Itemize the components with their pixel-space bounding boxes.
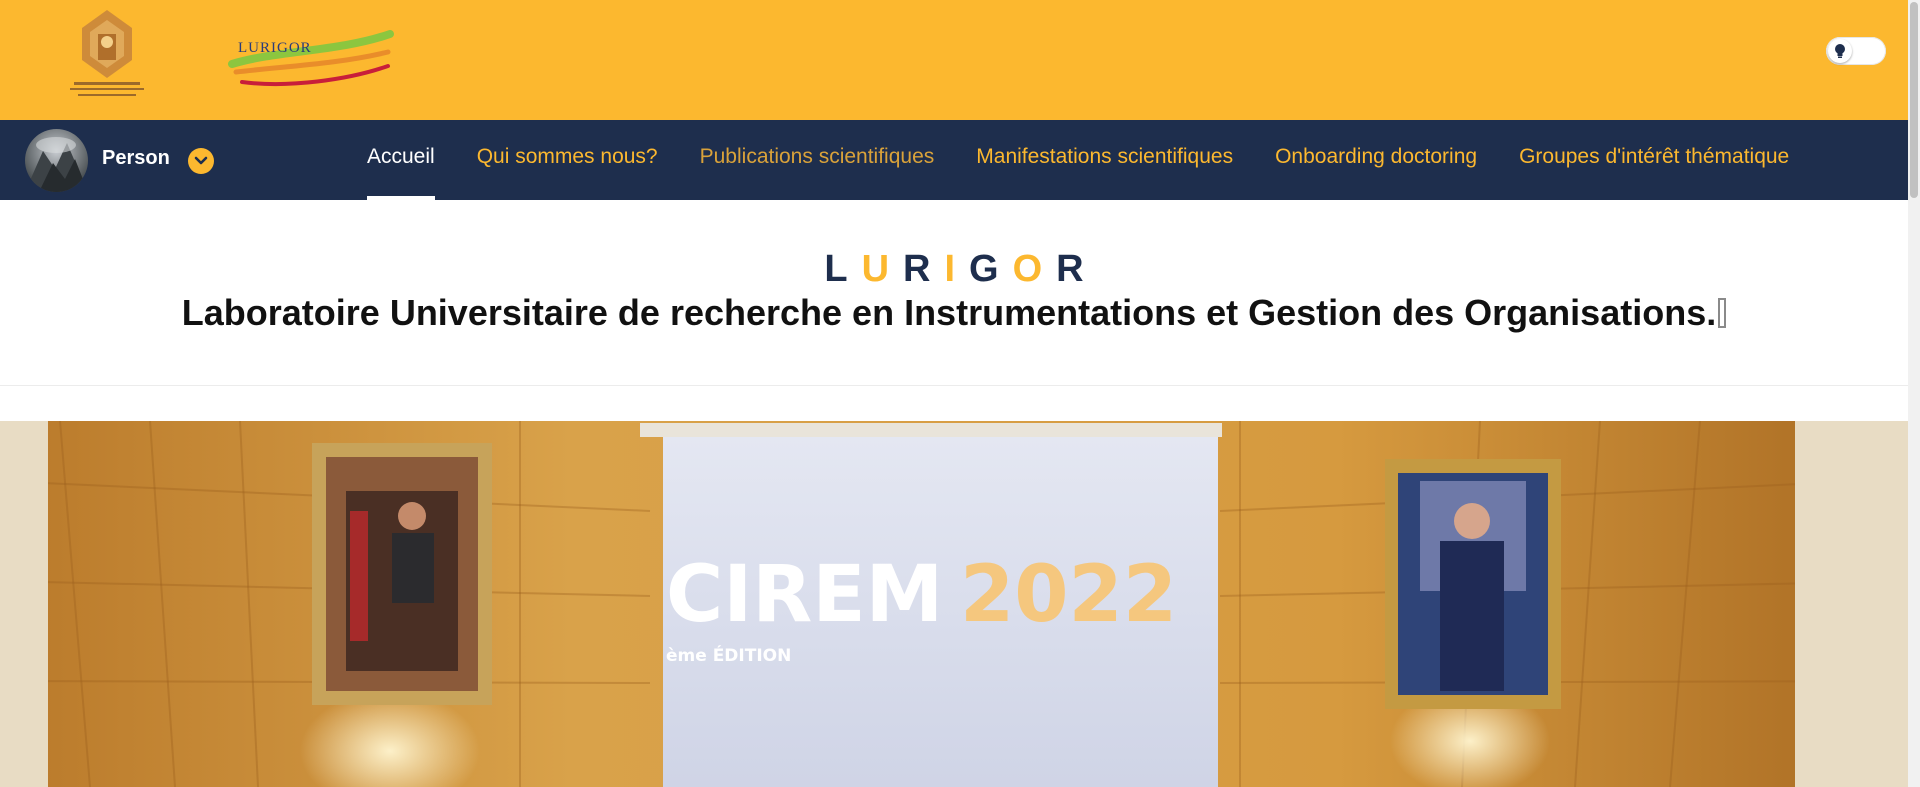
typing-cursor xyxy=(1718,298,1727,328)
brand-letter: U xyxy=(861,248,904,290)
brand-letter: O xyxy=(1012,248,1057,290)
nav-item-onboarding[interactable]: Onboarding doctoring xyxy=(1275,120,1477,200)
main-navbar: Person Accueil Qui sommes nous? Publicat… xyxy=(0,120,1908,200)
banner-screen-text-left: CIREM xyxy=(666,550,943,640)
lightbulb-icon xyxy=(1828,39,1852,63)
nav-links: Accueil Qui sommes nous? Publications sc… xyxy=(367,120,1789,200)
university-crest-logo[interactable] xyxy=(52,8,162,112)
banner-screen-text-right: 2022 xyxy=(960,550,1177,640)
nav-item-accueil[interactable]: Accueil xyxy=(367,120,435,200)
lurigor-logo-text: LURIGOR xyxy=(238,40,312,56)
hero-banner-photo: CIREM 2022 ème ÉDITION xyxy=(0,421,1908,787)
user-name[interactable]: Person xyxy=(102,147,170,170)
avatar[interactable] xyxy=(25,129,88,192)
brand-letter: R xyxy=(903,248,945,290)
banner-screen-subtext: ème ÉDITION xyxy=(666,644,791,666)
brand-letter: G xyxy=(969,248,1013,290)
nav-item-manifestations[interactable]: Manifestations scientifiques xyxy=(976,120,1233,200)
chevron-down-icon[interactable] xyxy=(188,148,214,174)
page-subtitle: Laboratoire Universitaire de recherche e… xyxy=(0,292,1908,334)
top-header: LURIGOR xyxy=(0,0,1908,120)
nav-item-groupes[interactable]: Groupes d'intérêt thématique xyxy=(1519,120,1789,200)
page-subtitle-text: Laboratoire Universitaire de recherche e… xyxy=(181,292,1717,333)
brand-letter: I xyxy=(944,248,970,290)
brand-name: LURIGOR xyxy=(0,248,1908,291)
lurigor-logo[interactable]: LURIGOR xyxy=(228,30,396,96)
hero-title-section: LURIGOR Laboratoire Universitaire de rec… xyxy=(0,200,1908,386)
theme-toggle[interactable] xyxy=(1826,37,1886,65)
scrollbar-thumb[interactable] xyxy=(1910,2,1918,198)
nav-item-publications[interactable]: Publications scientifiques xyxy=(700,120,935,200)
nav-item-qui-sommes-nous[interactable]: Qui sommes nous? xyxy=(477,120,658,200)
page-scrollbar[interactable] xyxy=(1908,0,1920,787)
brand-letter: R xyxy=(1056,248,1098,290)
brand-letter: L xyxy=(824,248,862,290)
